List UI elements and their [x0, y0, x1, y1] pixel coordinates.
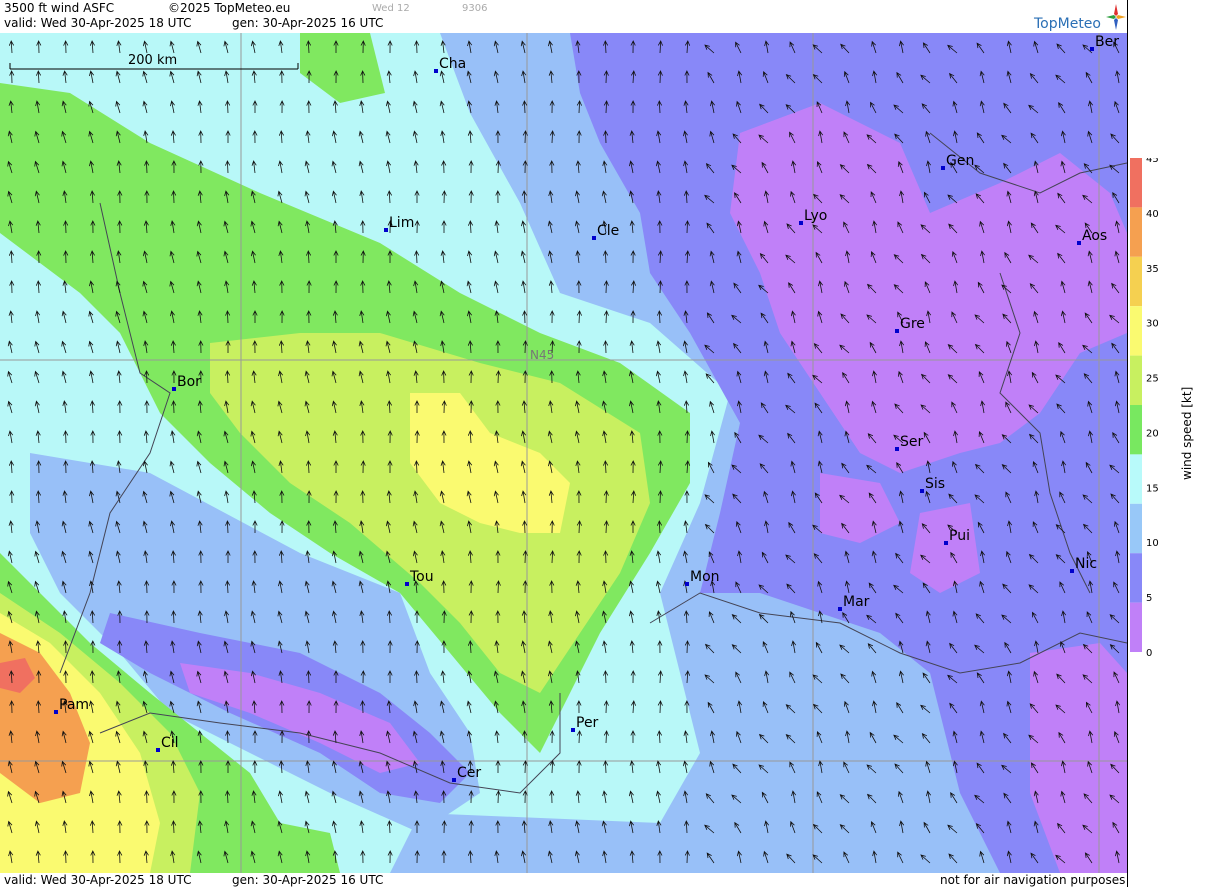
city-label: Lyo — [804, 208, 827, 224]
legend-tick-label: 0 — [1146, 648, 1152, 658]
city-ser[interactable]: Ser — [895, 434, 924, 451]
city-label: Bor — [177, 374, 201, 390]
city-label: Nic — [1075, 556, 1097, 572]
legend-swatch — [1130, 553, 1142, 603]
logo-text: TopMeteo — [1034, 16, 1101, 32]
city-dot — [452, 778, 456, 782]
legend-tick-label: 40 — [1146, 209, 1159, 220]
legend-tick-label: 25 — [1146, 374, 1159, 385]
footer-generated-time: gen: 30-Apr-2025 16 UTC — [232, 873, 384, 887]
city-dot — [944, 541, 948, 545]
city-cer[interactable]: Cer — [452, 765, 481, 782]
city-dot — [895, 329, 899, 333]
legend-tick-label: 30 — [1146, 319, 1159, 330]
city-label: Per — [576, 715, 599, 731]
generated-time: gen: 30-Apr-2025 16 UTC — [232, 16, 384, 30]
product-title: 3500 ft wind ASFC — [4, 1, 115, 15]
legend-tick-label: 10 — [1146, 538, 1159, 549]
compass-star-icon — [1106, 4, 1126, 30]
legend-swatch — [1130, 355, 1142, 405]
legend-swatch — [1130, 306, 1142, 356]
city-cha[interactable]: Cha — [434, 56, 466, 73]
city-label: Pam — [59, 697, 89, 713]
city-label: Tou — [409, 569, 434, 585]
footer-valid-time: valid: Wed 30-Apr-2025 18 UTC — [4, 873, 192, 887]
city-dot — [941, 166, 945, 170]
city-nic[interactable]: Nic — [1070, 556, 1097, 573]
city-label: Gre — [900, 316, 925, 332]
city-mon[interactable]: Mon — [685, 569, 720, 586]
city-label: Gen — [946, 153, 974, 169]
city-bor[interactable]: Bor — [172, 374, 201, 391]
legend-tick-label: 20 — [1146, 428, 1159, 439]
legend-swatch — [1130, 602, 1142, 652]
legend-swatch — [1130, 405, 1142, 455]
city-pam[interactable]: Pam — [54, 697, 89, 714]
city-dot — [1090, 47, 1094, 51]
city-dot — [592, 236, 596, 240]
city-per[interactable]: Per — [571, 715, 599, 732]
city-tou[interactable]: Tou — [405, 569, 434, 586]
city-label: Aos — [1082, 228, 1107, 244]
city-label: Mar — [843, 594, 870, 610]
faint-label-2: 9306 — [462, 3, 488, 14]
city-dot — [172, 387, 176, 391]
legend-color-bar — [1130, 158, 1142, 652]
city-label: Cer — [457, 765, 481, 781]
topmeteo-logo: TopMeteo — [1034, 2, 1126, 32]
city-dot — [920, 489, 924, 493]
footer: valid: Wed 30-Apr-2025 18 UTC gen: 30-Ap… — [0, 873, 1127, 887]
wind-map[interactable]: N45 200 km Cha Ber Gen Lim Cle Lyo Aos Gre Bor Se… — [0, 33, 1127, 873]
city-dot — [1077, 241, 1081, 245]
city-lim[interactable]: Lim — [384, 215, 414, 232]
city-dot — [685, 582, 689, 586]
city-dot — [434, 69, 438, 73]
legend-tick-label: 45 — [1146, 158, 1159, 165]
city-dot — [571, 728, 575, 732]
city-label: Ber — [1095, 34, 1119, 50]
legend-swatch — [1130, 256, 1142, 307]
city-mar[interactable]: Mar — [838, 594, 870, 611]
legend-swatch — [1130, 454, 1142, 504]
legend-swatch — [1130, 158, 1142, 208]
city-label: Sis — [925, 476, 945, 492]
city-dot — [838, 607, 842, 611]
city-dot — [1070, 569, 1074, 573]
city-label: Cha — [439, 56, 466, 72]
legend-tick-label: 5 — [1146, 593, 1152, 604]
city-dot — [384, 228, 388, 232]
city-dot — [895, 447, 899, 451]
faint-label-1: Wed 12 — [372, 3, 410, 14]
valid-time: valid: Wed 30-Apr-2025 18 UTC — [4, 16, 192, 30]
city-dot — [405, 582, 409, 586]
city-gen[interactable]: Gen — [941, 153, 974, 170]
scale-label: 200 km — [128, 53, 177, 68]
city-cle[interactable]: Cle — [592, 223, 619, 240]
city-label: Ser — [900, 434, 924, 450]
city-dot — [799, 221, 803, 225]
copyright: ©2025 TopMeteo.eu — [168, 1, 291, 15]
latitude-label: N45 — [530, 348, 554, 362]
disclaimer: not for air navigation purposes — [940, 873, 1126, 887]
city-ber[interactable]: Ber — [1090, 34, 1119, 51]
city-label: Pui — [949, 528, 970, 544]
city-label: Mon — [690, 569, 720, 585]
header: 3500 ft wind ASFC ©2025 TopMeteo.eu Wed … — [0, 0, 1127, 33]
city-lyo[interactable]: Lyo — [799, 208, 827, 225]
city-dot — [156, 748, 160, 752]
city-label: Lim — [389, 215, 414, 231]
legend-tick-label: 15 — [1146, 483, 1159, 494]
city-aos[interactable]: Aos — [1077, 228, 1107, 245]
legend-title: wind speed [kt] — [1180, 386, 1194, 480]
city-dot — [54, 710, 58, 714]
legend-tick-label: 35 — [1146, 264, 1159, 275]
legend-swatch — [1130, 503, 1142, 554]
city-label: Cil — [161, 735, 179, 751]
legend-ticks: 45 40 35 30 25 20 15 10 5 0 — [1146, 158, 1159, 658]
city-gre[interactable]: Gre — [895, 316, 925, 333]
city-label: Cle — [597, 223, 619, 239]
legend-swatch — [1130, 207, 1142, 257]
